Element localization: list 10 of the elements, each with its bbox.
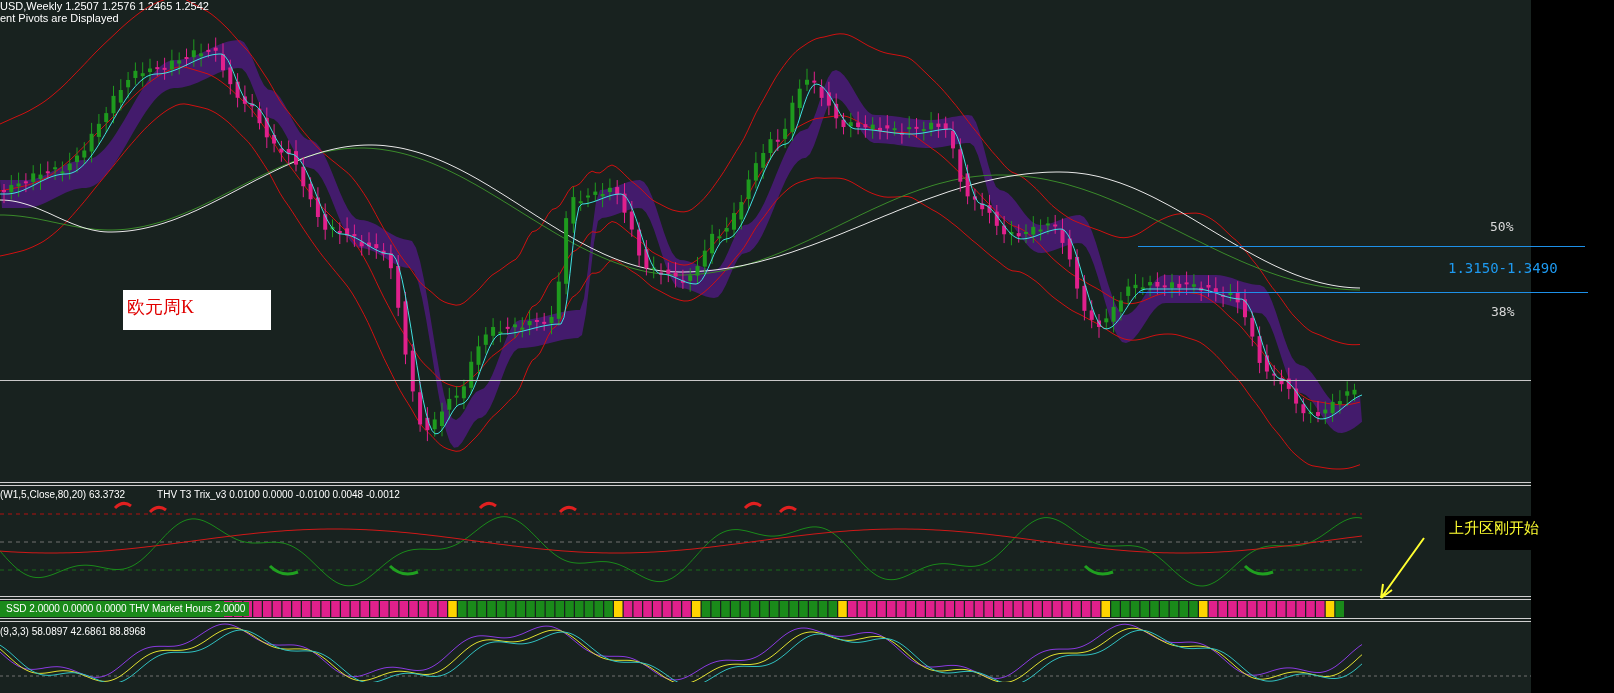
- indicator-header: (9,3,3) 58.0897 42.6861 88.8968: [0, 625, 146, 639]
- chart-header-text: ent Pivots are Displayed: [0, 12, 120, 24]
- fib-level-label: 50%: [1490, 218, 1514, 236]
- price-range-label: 1.3150-1.3490: [1448, 259, 1558, 278]
- fib-level-label: 38%: [1491, 303, 1515, 321]
- indicator-header: SSD 2.0000 0.0000 0.0000 THV Market Hours 2.0000: [6, 602, 250, 616]
- indicator-header: (W1,5,Close,80,20) 63.3732: [0, 488, 126, 502]
- indicator-header: THV T3 Trix_v3 0.0100 0.0000 -0.0100 0.0048 -0.0012: [157, 488, 400, 502]
- label-box: 欧元周K: [123, 290, 271, 330]
- arrow-icon: [1378, 536, 1426, 600]
